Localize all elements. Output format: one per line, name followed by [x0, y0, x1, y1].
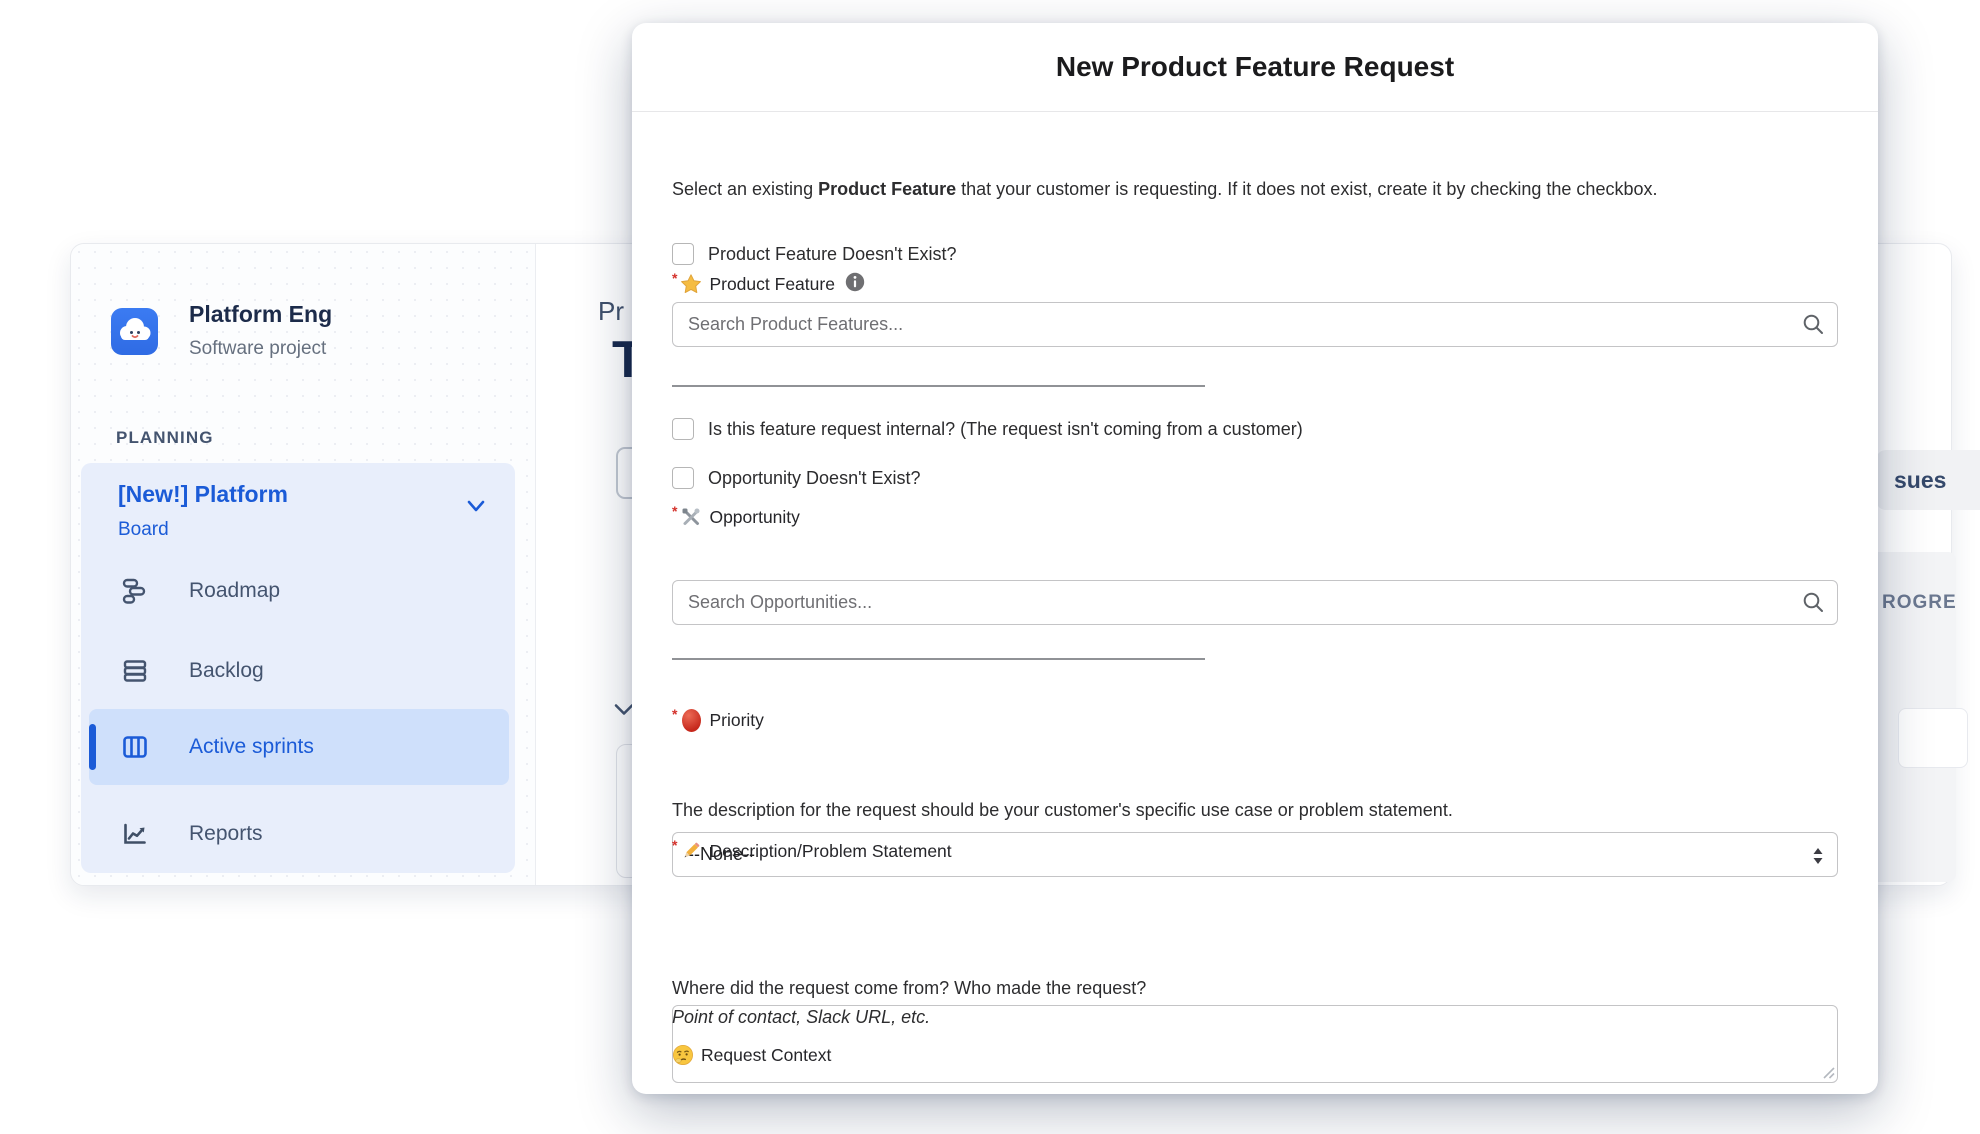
- line-chart-icon: [121, 820, 149, 848]
- sidebar-item-active-sprints[interactable]: Active sprints: [89, 709, 509, 785]
- planning-nav-block: [New!] Platform Board: [81, 463, 515, 873]
- star-icon: [680, 272, 702, 296]
- opportunity-doesnt-exist-row: Opportunity Doesn't Exist?: [672, 466, 1838, 490]
- field-label-text: Priority: [709, 710, 763, 731]
- product-feature-doesnt-exist-checkbox[interactable]: [672, 243, 694, 265]
- field-label-text: Description/Problem Statement: [709, 841, 951, 862]
- project-avatar: [111, 308, 158, 355]
- board-column-card-fragment: [1898, 708, 1968, 768]
- section-divider: [672, 385, 1205, 387]
- product-feature-field-label: * Product Feature: [672, 272, 1838, 296]
- modal-title: New Product Feature Request: [1056, 51, 1454, 83]
- checkbox-label: Product Feature Doesn't Exist?: [708, 244, 957, 265]
- sidebar-item-label: Reports: [189, 822, 263, 846]
- roadmap-icon: [121, 577, 149, 605]
- internal-request-checkbox[interactable]: [672, 418, 694, 440]
- pencil-icon: [680, 839, 702, 863]
- product-feature-search: [672, 302, 1838, 347]
- product-feature-doesnt-exist-row: Product Feature Doesn't Exist?: [672, 242, 1838, 266]
- info-icon[interactable]: [845, 272, 865, 297]
- description-help-text: The description for the request should b…: [672, 797, 1838, 823]
- cloud-icon: [117, 314, 153, 349]
- search-icon[interactable]: [1802, 591, 1825, 619]
- intro-suffix: that your customer is requesting. If it …: [956, 179, 1657, 199]
- required-mark: *: [672, 270, 677, 286]
- resize-handle[interactable]: [1822, 1066, 1835, 1084]
- new-product-feature-request-modal: New Product Feature Request Select an ex…: [632, 23, 1878, 1094]
- sidebar-item-reports[interactable]: Reports: [89, 796, 509, 872]
- project-type: Software project: [189, 338, 326, 360]
- opportunity-search-input[interactable]: [672, 580, 1838, 625]
- chevron-down-icon: [465, 499, 487, 518]
- thinking-face-icon: [672, 1043, 694, 1067]
- field-label-text: Request Context: [701, 1045, 831, 1066]
- checkbox-label: Opportunity Doesn't Exist?: [708, 468, 921, 489]
- internal-request-row: Is this feature request internal? (The r…: [672, 417, 1838, 441]
- request-context-help-1: Where did the request come from? Who mad…: [672, 975, 1838, 1001]
- section-divider: [672, 658, 1205, 660]
- page: Platform Eng Software project PLANNING […: [0, 0, 1980, 1134]
- priority-field-label: * Priority: [672, 708, 1838, 732]
- intro-text: Select an existing Product Feature that …: [672, 176, 1838, 202]
- opportunity-field-label: * Opportunity: [672, 505, 1838, 529]
- sidebar-item-backlog[interactable]: Backlog: [89, 633, 509, 709]
- board-selector-sub: Board: [118, 519, 169, 541]
- active-indicator-bar: [89, 724, 96, 770]
- project-name: Platform Eng: [189, 301, 332, 328]
- required-mark: *: [672, 837, 677, 853]
- breadcrumb-fragment: Pr: [598, 296, 624, 327]
- hammer-and-wrench-icon: [680, 505, 702, 529]
- opportunity-doesnt-exist-checkbox[interactable]: [672, 467, 694, 489]
- required-mark: *: [672, 706, 677, 722]
- field-label-text: Product Feature: [709, 274, 834, 295]
- required-mark: *: [672, 503, 677, 519]
- request-context-help-2: Point of contact, Slack URL, etc.: [672, 1004, 1838, 1030]
- issues-button-fragment[interactable]: sues: [1876, 450, 1980, 510]
- description-field-label: * Description/Problem Statement: [672, 839, 1838, 863]
- sidebar-section-planning: PLANNING: [116, 428, 214, 448]
- checkbox-label: Is this feature request internal? (The r…: [708, 419, 1303, 440]
- product-feature-search-input[interactable]: [672, 302, 1838, 347]
- sidebar-item-label: Active sprints: [189, 735, 314, 759]
- opportunity-search: [672, 580, 1838, 625]
- red-circle-icon: [680, 708, 702, 732]
- sidebar-item-roadmap[interactable]: Roadmap: [89, 553, 509, 629]
- modal-header: New Product Feature Request: [632, 23, 1878, 112]
- intro-bold: Product Feature: [818, 179, 956, 199]
- issues-button-label: sues: [1894, 467, 1946, 494]
- project-sidebar: Platform Eng Software project PLANNING […: [71, 244, 536, 885]
- sidebar-item-label: Roadmap: [189, 579, 280, 603]
- backlog-icon: [121, 657, 149, 685]
- sidebar-item-label: Backlog: [189, 659, 264, 683]
- request-context-field-label: Request Context: [672, 1043, 1838, 1067]
- field-label-text: Opportunity: [709, 507, 799, 528]
- column-header-fragment: ROGRE: [1882, 592, 1957, 614]
- search-icon[interactable]: [1802, 313, 1825, 341]
- intro-prefix: Select an existing: [672, 179, 818, 199]
- board-selector-name: [New!] Platform: [118, 481, 288, 508]
- board-columns-icon: [121, 733, 149, 761]
